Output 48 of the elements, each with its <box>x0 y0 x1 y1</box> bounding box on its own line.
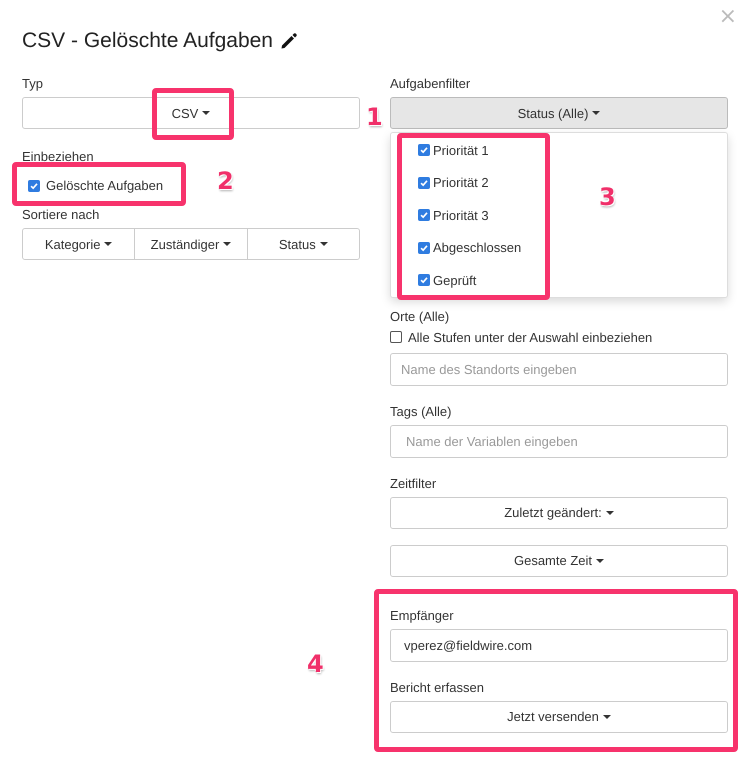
status-dropdown[interactable]: Status (Alle) <box>390 97 728 129</box>
menu-item[interactable]: Geprüft <box>433 272 476 288</box>
checkbox[interactable] <box>28 180 40 192</box>
field-label: Empfänger <box>390 608 454 622</box>
field-label: Typ <box>22 76 43 91</box>
callout-number: 3 <box>599 183 616 211</box>
field-label: Aufgabenfilter <box>390 76 470 91</box>
caret-icon <box>202 111 210 115</box>
checkbox[interactable] <box>418 209 430 222</box>
field-label: Sortiere nach <box>22 207 100 222</box>
menu-item[interactable]: Priorität 1 <box>433 142 489 158</box>
callout-number: 2 <box>217 167 234 195</box>
menu-item[interactable]: Priorität 3 <box>433 208 489 223</box>
dialog-title: CSV - Gelöschte Aufgaben <box>22 29 273 53</box>
menu-item[interactable]: Abgeschlossen <box>433 240 522 256</box>
field-label: Zeitfilter <box>390 476 436 490</box>
callout-number: 4 <box>307 650 324 678</box>
field-label: Bericht erfassen <box>390 680 484 694</box>
type-dropdown[interactable]: CSV <box>22 97 360 129</box>
sort-dropdown[interactable]: Kategorie <box>22 228 136 260</box>
caret-icon <box>320 242 328 246</box>
location-input[interactable]: Name des Standorts eingeben <box>390 352 728 386</box>
checkbox[interactable] <box>390 331 402 343</box>
checkbox[interactable] <box>418 242 430 254</box>
caret-icon <box>596 558 604 562</box>
caret-icon <box>104 242 112 246</box>
callout-number: 1 <box>366 103 383 131</box>
checkbox[interactable] <box>418 176 430 189</box>
checkbox-label: Alle Stufen unter der Auswahl einbeziehen <box>408 330 652 344</box>
sort-dropdown[interactable]: Status <box>246 228 360 260</box>
send-dropdown[interactable]: Jetzt versenden <box>390 700 728 732</box>
tags-input[interactable]: Name der Variablen eingeben <box>390 424 728 458</box>
recipient-input[interactable]: vperez@fieldwire.com <box>390 628 728 662</box>
pencil-icon[interactable] <box>279 31 299 51</box>
menu-item[interactable]: Priorität 2 <box>433 175 489 190</box>
time-dropdown[interactable]: Zuletzt geändert: <box>390 496 728 528</box>
field-label: Einbeziehen <box>22 149 94 164</box>
time-dropdown[interactable]: Gesamte Zeit <box>390 544 728 576</box>
caret-icon <box>592 111 600 115</box>
sort-dropdown[interactable]: Zuständiger <box>134 228 248 260</box>
field-label: Tags (Alle) <box>390 404 452 418</box>
field-label: Orte (Alle) <box>390 308 450 324</box>
caret-icon <box>223 242 232 246</box>
checkbox[interactable] <box>418 274 430 286</box>
checkbox[interactable] <box>418 144 430 156</box>
checkbox-label: Gelöschte Aufgaben <box>46 178 164 193</box>
caret-icon <box>602 714 611 718</box>
caret-icon <box>606 510 614 514</box>
